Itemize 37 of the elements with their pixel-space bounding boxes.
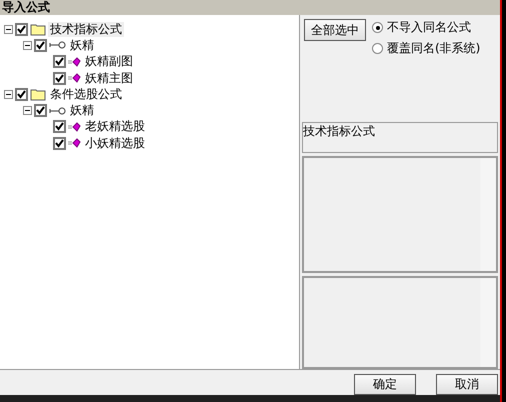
checkbox[interactable] xyxy=(53,120,66,134)
gem-icon xyxy=(68,73,81,84)
collapse-icon[interactable] xyxy=(4,24,13,34)
dialog-button[interactable]: 确定 xyxy=(354,374,416,395)
checkbox[interactable] xyxy=(53,136,66,150)
checkbox[interactable] xyxy=(53,55,66,68)
checkbox[interactable] xyxy=(34,104,47,118)
checkbox[interactable] xyxy=(15,22,28,36)
select-all-button[interactable]: 全部选中 xyxy=(304,19,366,41)
radio-label[interactable]: 覆盖同名(非系统) xyxy=(387,40,480,57)
key-icon xyxy=(49,41,66,50)
checkbox[interactable] xyxy=(53,72,66,85)
checkbox[interactable] xyxy=(15,88,28,101)
tree-item[interactable]: 妖精 xyxy=(68,103,96,118)
gem-icon xyxy=(68,56,81,67)
tree-item[interactable]: 小妖精选股 xyxy=(83,136,147,151)
folder-icon xyxy=(30,22,46,36)
tree-item[interactable]: 妖精 xyxy=(68,38,96,53)
tree-item[interactable]: 老妖精选股 xyxy=(83,119,147,134)
tree-item[interactable]: 条件选股公式 xyxy=(48,86,124,102)
gem-icon xyxy=(68,138,81,148)
gem-icon xyxy=(68,122,81,132)
collapse-icon[interactable] xyxy=(23,40,32,50)
collapse-icon[interactable] xyxy=(23,106,32,116)
window-title: 导入公式 xyxy=(0,0,500,15)
folder-icon xyxy=(30,88,46,101)
radio-button[interactable] xyxy=(372,43,383,54)
tree-item[interactable]: 技术指标公式 xyxy=(48,22,124,37)
radio-button[interactable] xyxy=(372,22,383,33)
collapse-icon[interactable] xyxy=(4,90,13,99)
checkbox[interactable] xyxy=(34,38,47,52)
radio-label[interactable]: 不导入同名公式 xyxy=(387,19,471,36)
tree-item[interactable]: 妖精副图 xyxy=(83,54,135,70)
key-icon xyxy=(49,106,66,115)
dialog-button[interactable]: 取消 xyxy=(436,374,498,395)
info-text: 技术指标公式 xyxy=(302,122,498,153)
tree-item[interactable]: 妖精主图 xyxy=(83,70,135,86)
